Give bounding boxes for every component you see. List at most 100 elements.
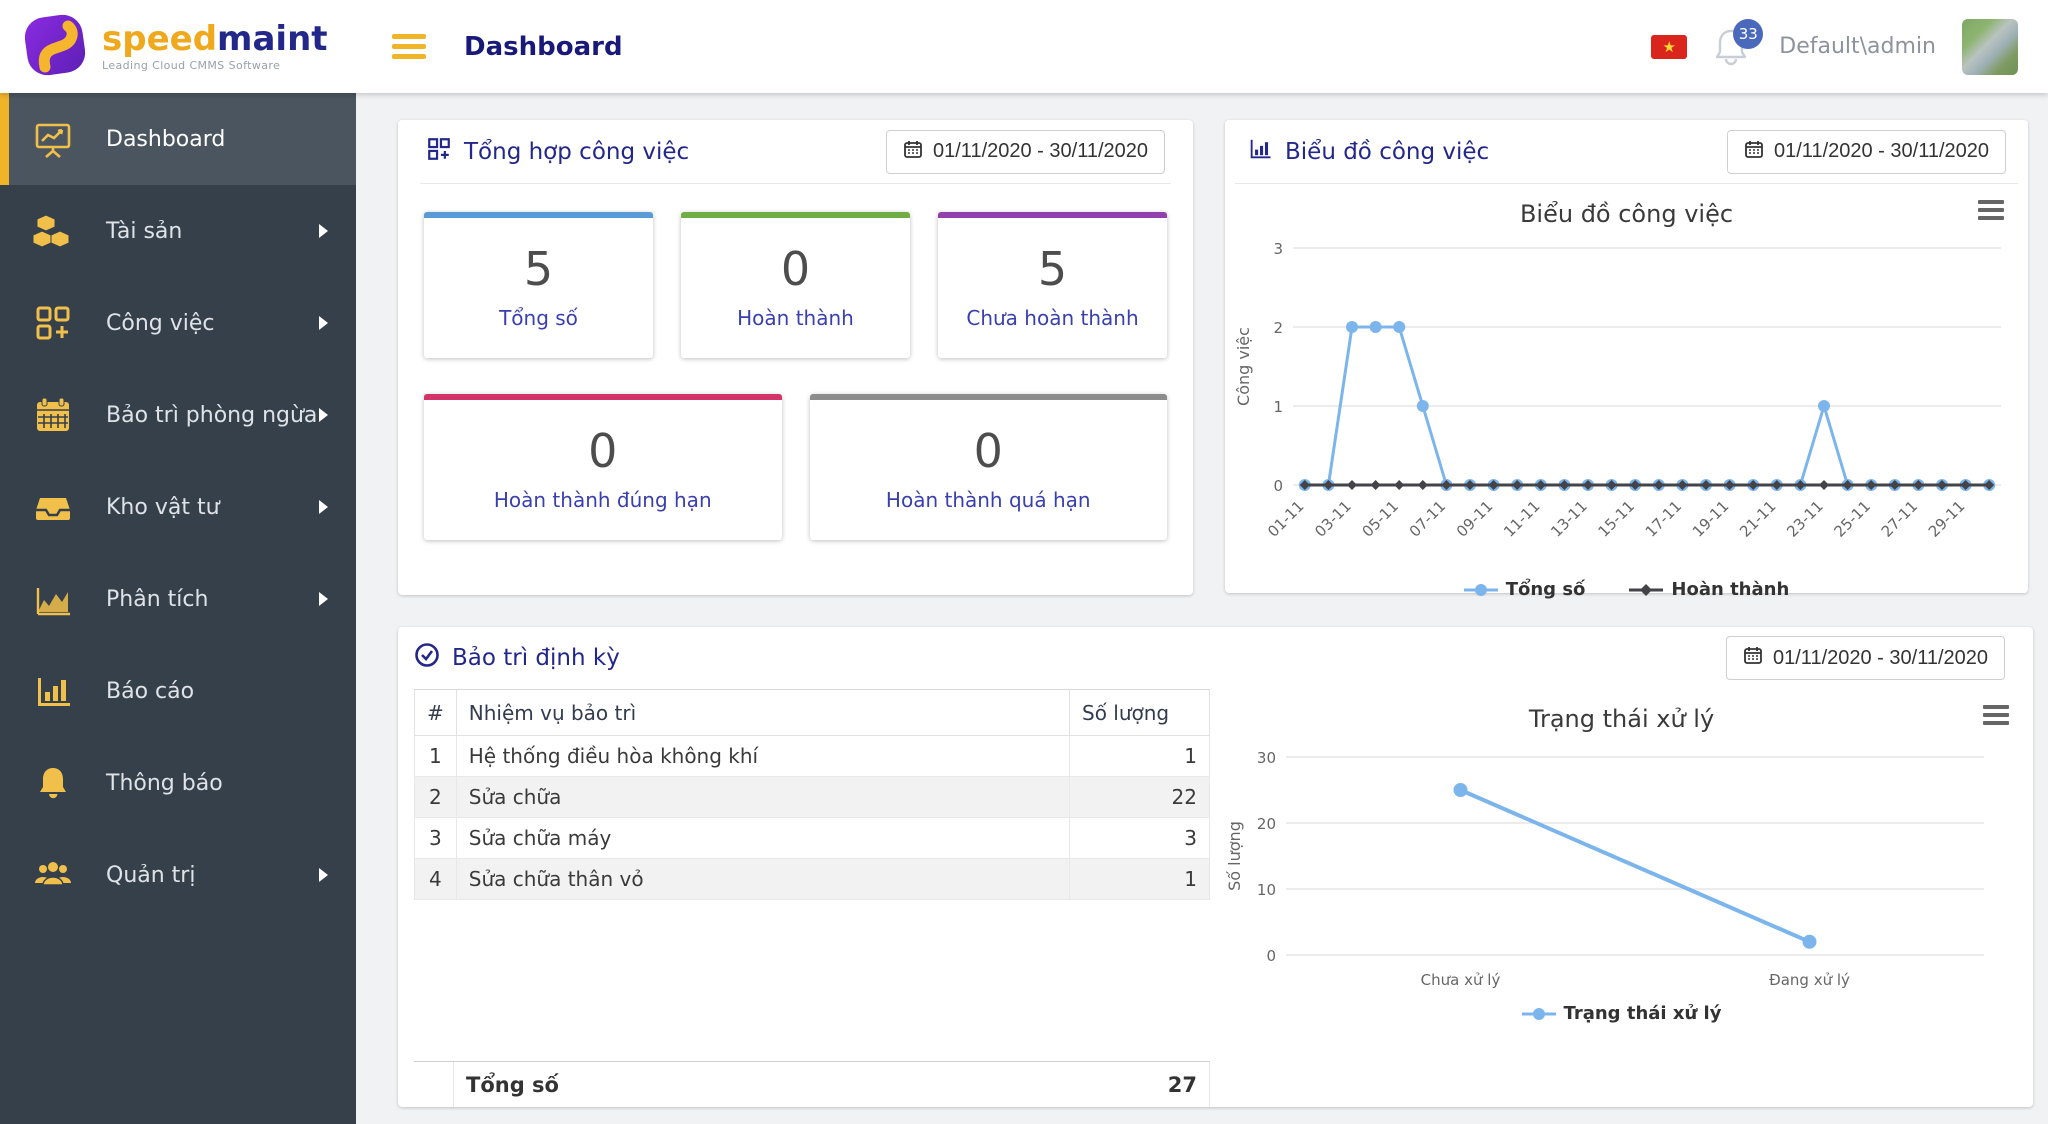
chevron-right-icon — [319, 500, 328, 514]
date-range-label: 01/11/2020 - 30/11/2020 — [1773, 646, 1988, 669]
chart-context-menu-button[interactable] — [1978, 200, 2004, 220]
svg-text:29-11: 29-11 — [1925, 497, 1969, 541]
work-line-chart: 012301-11 03-11 05-11 07-11 09-11 11-11 13-11 1… — [1234, 240, 2001, 541]
table-header-row: # Nhiệm vụ bảo trì Số lượng — [414, 689, 1210, 736]
svg-text:01-11: 01-11 — [1264, 497, 1308, 541]
svg-text:23-11: 23-11 — [1783, 497, 1827, 541]
main-content: Tổng hợp công việc 01/11/2020 - 30/11/20… — [356, 93, 2048, 1124]
top-header: speedmaint Leading Cloud CMMS Software D… — [0, 0, 2048, 93]
task-name: Sửa chữa thân vỏ — [455, 858, 1071, 900]
column-header-task: Nhiệm vụ bảo trì — [455, 689, 1071, 736]
svg-text:13-11: 13-11 — [1547, 497, 1591, 541]
stat-card-completed: 0 Hoàn thành — [681, 212, 910, 358]
sidebar-item-label: Công việc — [106, 310, 215, 336]
legend-label: Trạng thái xử lý — [1563, 1003, 1722, 1024]
sidebar-item-kho-vat-tu[interactable]: Kho vật tư — [0, 461, 356, 553]
chevron-right-icon — [319, 316, 328, 330]
svg-text:25-11: 25-11 — [1830, 497, 1874, 541]
svg-text:11-11: 11-11 — [1500, 497, 1544, 541]
stat-card-overdue: 0 Hoàn thành quá hạn — [809, 394, 1167, 540]
area-chart-icon — [30, 576, 76, 622]
card-title: Bảo trì định kỳ — [452, 645, 620, 671]
cubes-icon — [30, 208, 76, 254]
svg-text:07-11: 07-11 — [1406, 497, 1450, 541]
sidebar-item-label: Tài sản — [106, 218, 183, 244]
legend-item[interactable]: Trạng thái xử lý — [1521, 1003, 1722, 1024]
brand-name: speedmaint — [102, 18, 328, 59]
logo-mark-icon — [22, 12, 88, 82]
app-root: speedmaint Leading Cloud CMMS Software D… — [0, 0, 2048, 1124]
sidebar-item-dashboard[interactable]: Dashboard — [0, 93, 356, 185]
task-quantity: 3 — [1069, 817, 1210, 859]
legend-item[interactable]: Tổng số — [1463, 579, 1586, 600]
circle-marker-icon — [1521, 1007, 1556, 1020]
calendar-icon — [1744, 139, 1764, 165]
footer-label: Tổng số — [466, 1072, 559, 1097]
sidebar-item-label: Dashboard — [106, 126, 226, 152]
svg-text:Số lượng: Số lượng — [1225, 821, 1244, 891]
sidebar-item-cong-viec[interactable]: Công việc — [0, 277, 356, 369]
notifications-button[interactable]: 33 — [1713, 18, 1764, 69]
chevron-right-icon — [319, 224, 328, 238]
stat-value: 5 — [523, 242, 554, 296]
svg-text:05-11: 05-11 — [1358, 497, 1402, 541]
table-row: 3 Sửa chữa máy 3 — [414, 817, 1210, 859]
date-range-button[interactable]: 01/11/2020 - 30/11/2020 — [886, 129, 1165, 174]
user-menu[interactable]: Default\admin — [1779, 34, 1936, 59]
svg-text:3: 3 — [1273, 240, 1283, 258]
sidebar-item-quan-tri[interactable]: Quản trị — [0, 829, 356, 921]
stat-value: 5 — [1037, 242, 1068, 296]
table-row: 4 Sửa chữa thân vỏ 1 — [414, 858, 1210, 900]
svg-text:1: 1 — [1273, 398, 1283, 416]
date-range-button[interactable]: 01/11/2020 - 30/11/2020 — [1727, 129, 2006, 174]
brand-tagline: Leading Cloud CMMS Software — [102, 58, 281, 72]
calendar-icon — [1743, 645, 1763, 671]
chart-title: Trạng thái xử lý — [1528, 705, 1715, 733]
svg-text:10: 10 — [1257, 881, 1276, 899]
work-chart-card: Biểu đồ công việc 01/11/2020 - 30/11/202… — [1225, 120, 2028, 600]
stat-label: Chưa hoàn thành — [966, 306, 1139, 330]
work-summary-card: Tổng hợp công việc 01/11/2020 - 30/11/20… — [398, 120, 1193, 595]
card-title: Biểu đồ công việc — [1285, 138, 1490, 165]
stat-label: Hoàn thành đúng hạn — [493, 488, 712, 512]
stat-label: Tổng số — [499, 306, 578, 330]
page-title: Dashboard — [464, 31, 623, 62]
sidebar-item-phan-tich[interactable]: Phân tích — [0, 553, 356, 645]
language-flag-icon[interactable]: ★ — [1651, 34, 1688, 59]
footer-total: 27 — [1167, 1072, 1197, 1097]
calendar-icon — [903, 139, 923, 165]
legend-item[interactable]: Hoàn thành — [1629, 579, 1789, 600]
stat-label: Hoàn thành quá hạn — [885, 488, 1091, 512]
user-avatar[interactable] — [1962, 18, 2018, 75]
task-quantity: 1 — [1069, 735, 1210, 777]
table-row: 1 Hệ thống điều hòa không khí 1 — [414, 735, 1210, 777]
legend-label: Hoàn thành — [1671, 579, 1790, 600]
app-logo[interactable]: speedmaint Leading Cloud CMMS Software — [0, 12, 356, 82]
chevron-right-icon — [319, 868, 328, 882]
sidebar-item-bao-cao[interactable]: Báo cáo — [0, 645, 356, 737]
date-range-button[interactable]: 01/11/2020 - 30/11/2020 — [1726, 636, 2005, 680]
chart-context-menu-button[interactable] — [1983, 705, 2009, 725]
svg-text:Đang xử lý: Đang xử lý — [1769, 971, 1850, 989]
svg-text:21-11: 21-11 — [1736, 497, 1780, 541]
sidebar-item-label: Báo cáo — [106, 678, 195, 704]
svg-text:19-11: 19-11 — [1689, 497, 1733, 541]
stat-value: 0 — [973, 424, 1003, 478]
bar-chart-icon — [30, 668, 76, 714]
legend-label: Tổng số — [1505, 579, 1586, 600]
svg-text:Công việc: Công việc — [1235, 327, 1253, 406]
task-quantity: 1 — [1069, 858, 1210, 900]
chart-legend: Trạng thái xử lý — [1220, 1003, 2023, 1024]
maintenance-table: # Nhiệm vụ bảo trì Số lượng 1 Hệ thống đ… — [398, 689, 1210, 1107]
sidebar-item-tai-san[interactable]: Tài sản — [0, 185, 356, 277]
bell-icon — [30, 760, 76, 806]
status-line-chart: 0 10 20 30 Chưa xử lý Đang xử lý Số lượng — [1225, 749, 1984, 989]
sidebar-toggle-button[interactable] — [392, 34, 426, 59]
tray-icon — [30, 484, 76, 530]
sidebar-item-thong-bao[interactable]: Thông báo — [0, 737, 356, 829]
task-quantity: 22 — [1069, 776, 1210, 818]
svg-text:2: 2 — [1273, 319, 1283, 337]
sidebar-item-bao-tri-phong-ngua[interactable]: Bảo trì phòng ngừa — [0, 369, 356, 461]
chevron-right-icon — [319, 592, 328, 606]
periodic-maintenance-card: Bảo trì định kỳ 01/11/2020 - 30/11/2020 — [398, 627, 2033, 1107]
